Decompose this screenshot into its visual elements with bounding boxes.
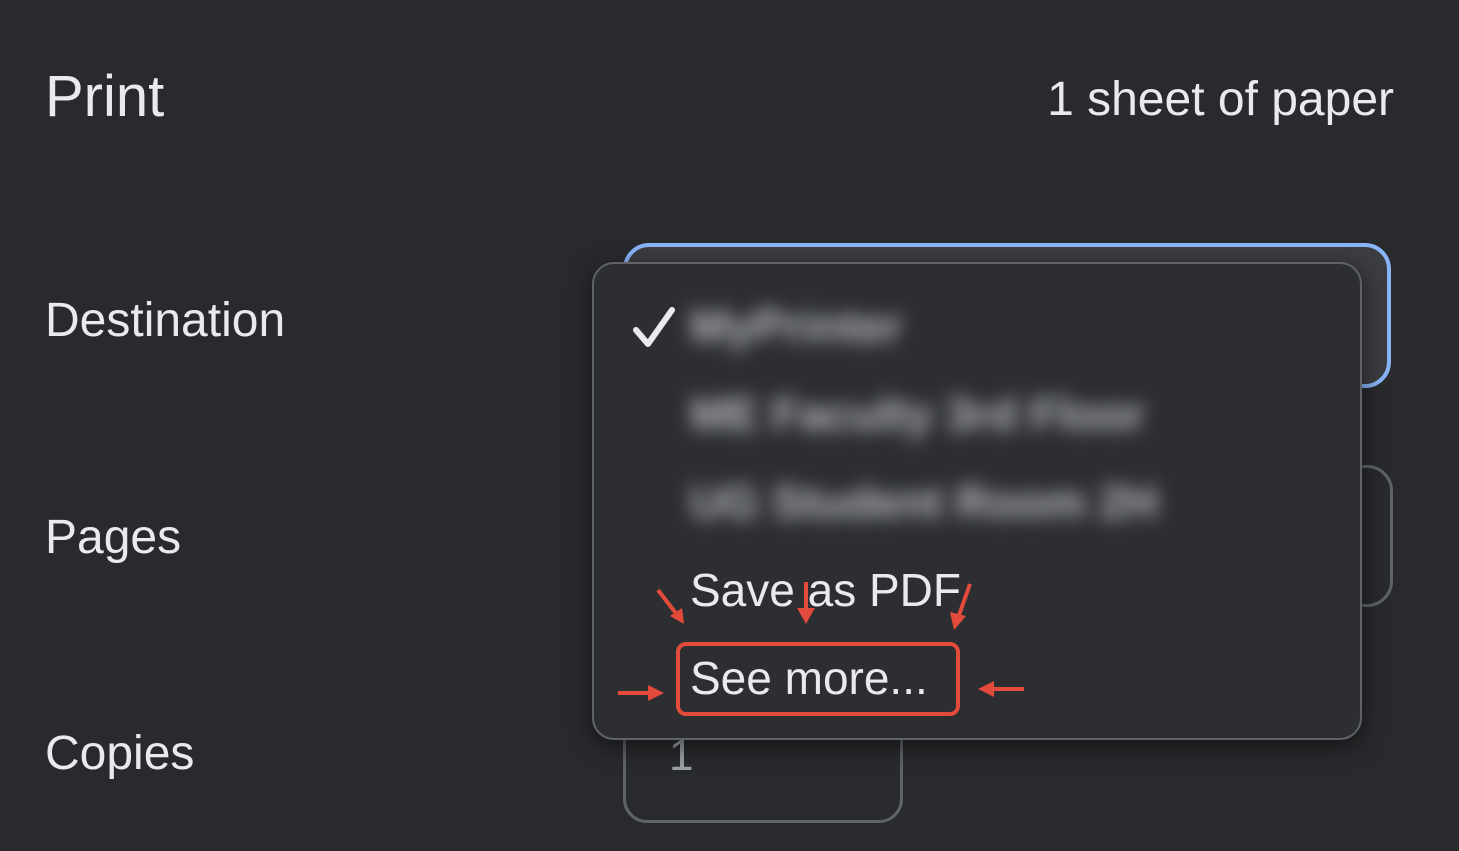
dropdown-option-save-as-pdf[interactable]: Save as PDF xyxy=(690,562,961,618)
destination-label: Destination xyxy=(45,294,286,347)
destination-dropdown-menu: MyPrinter ME Faculty 3rd Floor UG Studen… xyxy=(592,262,1362,740)
page-title: Print xyxy=(45,64,165,129)
pages-label: Pages xyxy=(45,511,182,564)
dropdown-option-printer-3[interactable]: UG Student Room 2H xyxy=(690,474,1158,530)
red-pointer-arrow-icon xyxy=(950,583,972,630)
sheet-count: 1 sheet of paper xyxy=(1047,73,1394,126)
see-more-highlight-box xyxy=(676,642,960,716)
red-pointer-arrow-icon xyxy=(618,685,664,701)
checkmark-icon xyxy=(633,307,675,347)
dropdown-option-printer-2[interactable]: ME Faculty 3rd Floor xyxy=(690,386,1145,442)
print-dialog: Print 1 sheet of paper Destination Pages… xyxy=(0,0,1459,851)
red-pointer-arrow-icon xyxy=(797,582,815,624)
copies-label: Copies xyxy=(45,727,195,780)
red-pointer-arrow-icon xyxy=(656,588,684,624)
dropdown-option-printer-1[interactable]: MyPrinter xyxy=(690,298,902,354)
red-pointer-arrow-icon xyxy=(978,681,1024,697)
